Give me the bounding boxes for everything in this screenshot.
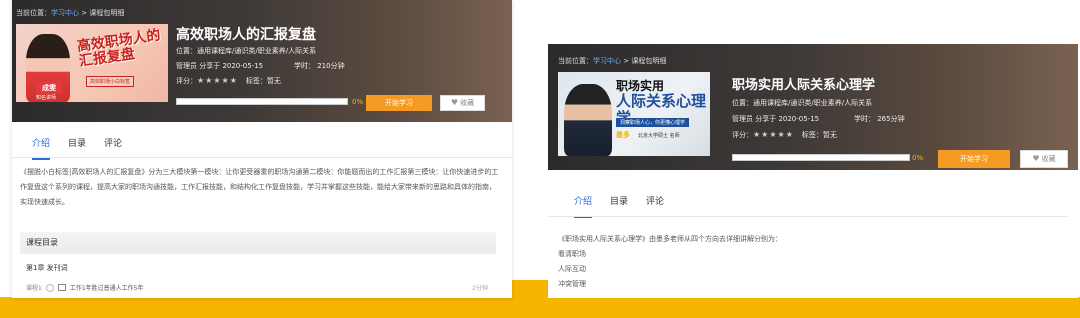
progress-percent: 0% [352, 98, 364, 106]
course-hero: 当前位置：学习中心 > 课程包明细 高效职场人的汇报复盘 高效职场小白标签 成雯… [12, 0, 512, 122]
breadcrumb-prefix: 当前位置： [558, 57, 593, 65]
thumbnail-instructor-name: 墨多 [616, 131, 630, 139]
lesson-title: 工作1年胜过普通人工作5年 [69, 285, 144, 292]
breadcrumb: 当前位置：学习中心 > 课程包明细 [16, 8, 124, 18]
course-title: 职场实用人际关系心理学 [732, 78, 876, 93]
course-description: 《职场实用人际关系心理学》由墨多老师从四个方向去详细讲解分别为： 看清职场 人际… [558, 232, 1058, 292]
heart-icon: ♥ [1032, 154, 1040, 163]
breadcrumb: 当前位置：学习中心 > 课程包明细 [558, 56, 666, 66]
instructor-photo [564, 84, 612, 156]
video-icon [57, 284, 66, 291]
chapter-title: 第1章 发刊词 [26, 264, 68, 272]
tabs-divider [548, 216, 1068, 217]
course-thumbnail[interactable]: 职场实用 人际关系心理学 洞察职场人心，你更懂心理学 墨多 北京大学硕士 名师 [558, 72, 710, 156]
tab-catalog[interactable]: 目录 [610, 194, 628, 218]
progress-bar [176, 98, 348, 105]
description-line: 《职场实用人际关系心理学》由墨多老师从四个方向去详细讲解分别为： [558, 235, 782, 243]
course-location: 位置：通用课程库/通识类/职业素养/人际关系 [732, 99, 873, 107]
course-location: 位置：通用课程库/通识类/职业素养/人际关系 [176, 47, 317, 55]
breadcrumb-separator: > [79, 9, 90, 17]
lesson-label: 课程1 [26, 285, 42, 292]
breadcrumb-current: 课程包明细 [89, 9, 125, 17]
breadcrumb-prefix: 当前位置： [16, 9, 51, 17]
course-description: 《摆脱小白标签|高效职场人的汇报复盘》分为三大模块第一模块：让你更受器重的职场沟… [20, 168, 499, 206]
lesson-row[interactable]: 课程1 工作1年胜过普通人工作5年 2分钟 [26, 283, 488, 292]
progress-bar [732, 154, 910, 161]
course-rating-row: 评分：★★★★★ 标签：暂无 [176, 76, 281, 86]
course-hours: 学时： 210分钟 [294, 62, 345, 70]
course-thumbnail[interactable]: 高效职场人的汇报复盘 高效职场小白标签 成雯 知名讲师 [16, 24, 168, 102]
breadcrumb-current: 课程包明细 [631, 57, 667, 65]
lesson-duration: 2分钟 [472, 285, 488, 292]
thumbnail-instructor-title: 知名讲师 [36, 95, 57, 101]
thumbnail-tag: 洞察职场人心，你更懂心理学 [616, 118, 690, 127]
accent-notch [512, 280, 548, 300]
favorite-button[interactable]: ♥ 收藏 [440, 95, 485, 111]
thumbnail-title: 高效职场人的汇报复盘 [76, 27, 162, 71]
favorite-button-label: 收藏 [1041, 155, 1056, 163]
course-detail-panel-left: 当前位置：学习中心 > 课程包明细 高效职场人的汇报复盘 高效职场小白标签 成雯… [12, 0, 512, 298]
description-line: 人际互动 [558, 265, 586, 273]
favorite-button[interactable]: ♥ 收藏 [1020, 150, 1068, 168]
screenshot-stage: 当前位置：学习中心 > 课程包明细 高效职场人的汇报复盘 高效职场小白标签 成雯… [0, 0, 1080, 318]
course-rating-row: 评分：★★★★★ 标签：暂无 [732, 130, 837, 140]
description-line: 冲突管理 [558, 280, 586, 288]
tab-intro[interactable]: 介绍 [574, 194, 593, 218]
course-hours: 学时： 265分钟 [854, 115, 905, 123]
description-line: 看清职场 [558, 250, 586, 258]
rating-stars-icon: ★★★★★ [753, 130, 794, 139]
breadcrumb-link-learning-center[interactable]: 学习中心 [51, 9, 79, 17]
start-learning-button[interactable]: 开始学习 [366, 95, 432, 111]
thumbnail-instructor-title: 北京大学硕士 名师 [638, 133, 680, 139]
rating-label: 评分： [176, 77, 197, 85]
catalog-header: 课程目录 [20, 232, 496, 254]
breadcrumb-link-learning-center[interactable]: 学习中心 [593, 57, 621, 65]
heart-icon: ♥ [450, 98, 459, 107]
course-detail-panel-right: 当前位置：学习中心 > 课程包明细 职场实用 人际关系心理学 洞察职场人心，你更… [548, 44, 1078, 298]
tabs-divider [12, 157, 512, 158]
course-title: 高效职场人的汇报复盘 [176, 27, 316, 43]
course-tags: 标签：暂无 [245, 77, 281, 85]
bottom-accent-bar [0, 297, 1080, 318]
rating-label: 评分： [732, 131, 753, 139]
start-learning-button[interactable]: 开始学习 [938, 150, 1010, 168]
course-manager: 管理员 分享于 2020-05-15 [732, 115, 820, 123]
course-tabs: 介绍 目录 评论 [574, 194, 682, 218]
rating-stars-icon: ★★★★★ [197, 76, 238, 85]
thumbnail-instructor-name: 成雯 [36, 82, 62, 94]
course-manager: 管理员 分享于 2020-05-15 [176, 62, 264, 70]
thumbnail-tag: 高效职场小白标签 [86, 76, 135, 87]
favorite-button-label: 收藏 [460, 99, 475, 107]
course-tags: 标签：暂无 [801, 131, 837, 139]
lesson-status-icon [45, 283, 54, 292]
thumbnail-title-line1: 职场实用 [616, 79, 665, 93]
course-hero: 当前位置：学习中心 > 课程包明细 职场实用 人际关系心理学 洞察职场人心，你更… [548, 44, 1078, 170]
progress-percent: 0% [912, 154, 924, 162]
breadcrumb-separator: > [621, 57, 632, 65]
tab-comments[interactable]: 评论 [646, 194, 664, 218]
